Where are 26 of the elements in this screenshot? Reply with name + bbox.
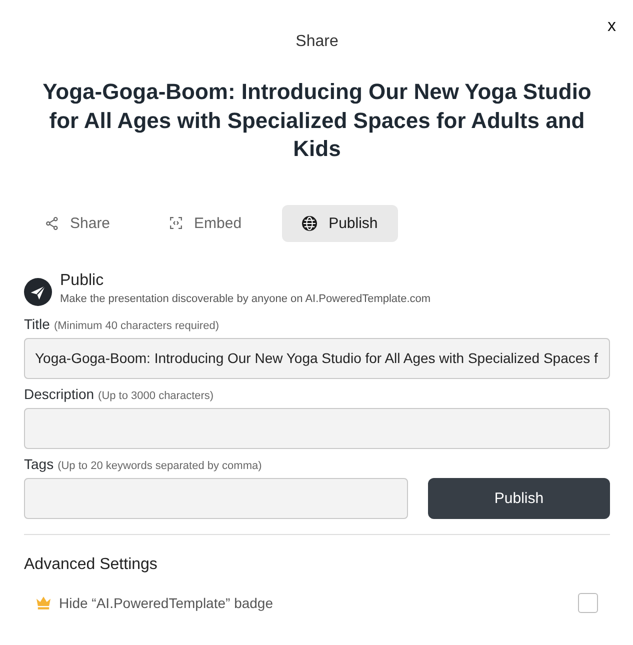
option-label: Hide “AI.PoweredTemplate” badge [59,595,274,611]
presentation-title: Yoga-Goga-Boom: Introducing Our New Yoga Studio for All Ages with Specialized Spaces for Adults and Kids [42,78,592,163]
visibility-description: Make the presentation discoverable by anyone on AI.PoweredTemplate.com [60,292,431,306]
tab[interactable]: Embed [150,204,262,242]
description-field[interactable] [24,408,610,448]
field-hint: (Minimum 40 characters required) [54,318,219,334]
visibility-title: Public [60,272,105,290]
code-brackets-icon [170,217,182,229]
field-hint: (Up to 20 keywords separated by comma) [58,458,262,474]
globe-icon [302,216,317,230]
checkbox[interactable] [578,593,598,613]
tab[interactable]: Share [26,204,130,242]
field-label: Description [24,386,94,402]
title-field[interactable]: Yoga-Goga-Boom: Introducing Our New Yoga Studio for All Ages with Specialized Spaces f [24,338,610,378]
tags-field[interactable] [24,478,408,518]
paper-plane-icon [24,278,52,306]
field-label: Title [24,316,50,332]
field-label: Tags [24,456,54,472]
publish-button[interactable]: Publish [428,478,610,518]
field-hint: (Up to 3000 characters) [98,388,214,404]
close-button[interactable]: x [606,16,618,36]
dialog-title: Share [296,32,338,52]
tab[interactable]: Publish [282,204,398,242]
share-icon [46,216,58,230]
section-heading: Advanced Settings [24,554,158,574]
crown-icon [36,596,51,610]
